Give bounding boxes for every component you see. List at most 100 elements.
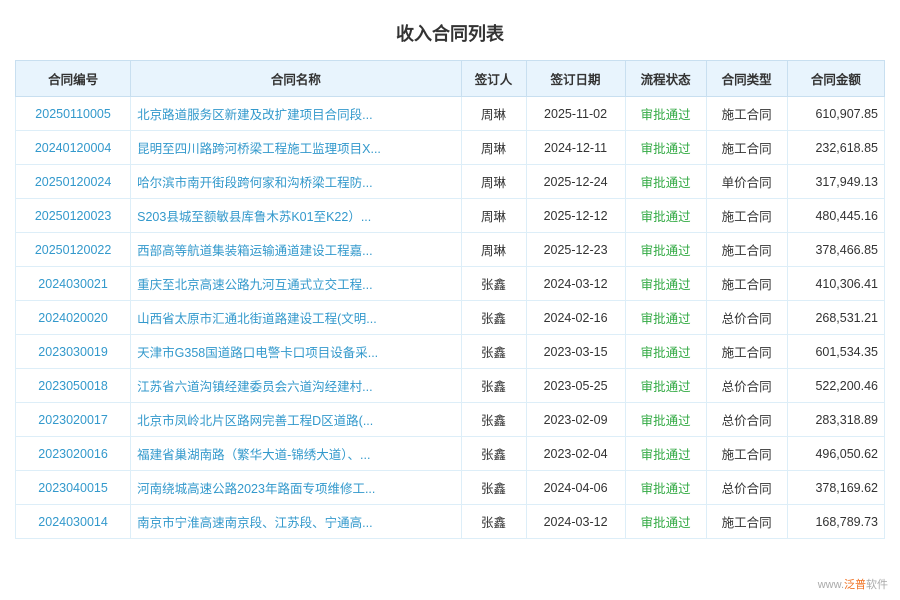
cell-signer: 张鑫 [461,471,526,505]
col-header-type: 合同类型 [706,61,787,97]
cell-contract-name[interactable]: 昆明至四川路跨河桥梁工程施工监理项目X... [131,131,461,165]
cell-amount: 232,618.85 [787,131,884,165]
cell-date: 2023-05-25 [526,369,625,403]
cell-status: 审批通过 [625,403,706,437]
table-row: 2024030014南京市宁淮高速南京段、江苏段、宁通高...张鑫2024-03… [16,505,885,539]
cell-type: 施工合同 [706,131,787,165]
cell-date: 2023-02-09 [526,403,625,437]
cell-contract-id[interactable]: 2023050018 [16,369,131,403]
cell-status: 审批通过 [625,233,706,267]
cell-date: 2024-12-11 [526,131,625,165]
cell-contract-id[interactable]: 2024030021 [16,267,131,301]
cell-date: 2024-03-12 [526,267,625,301]
cell-contract-id[interactable]: 20250120023 [16,199,131,233]
watermark-brand: 泛普 [844,579,866,591]
cell-amount: 283,318.89 [787,403,884,437]
cell-status: 审批通过 [625,335,706,369]
cell-amount: 496,050.62 [787,437,884,471]
cell-type: 施工合同 [706,437,787,471]
cell-signer: 张鑫 [461,335,526,369]
cell-signer: 周琳 [461,199,526,233]
cell-contract-name[interactable]: 南京市宁淮高速南京段、江苏段、宁通高... [131,505,461,539]
cell-contract-name[interactable]: 重庆至北京高速公路九河互通式立交工程... [131,267,461,301]
cell-signer: 周琳 [461,97,526,131]
cell-date: 2025-11-02 [526,97,625,131]
cell-type: 总价合同 [706,301,787,335]
cell-signer: 周琳 [461,131,526,165]
cell-status: 审批通过 [625,471,706,505]
cell-contract-name[interactable]: S203县城至额敏县库鲁木苏K01至K22）... [131,199,461,233]
cell-date: 2025-12-23 [526,233,625,267]
cell-contract-id[interactable]: 2023020017 [16,403,131,437]
cell-contract-id[interactable]: 2024030014 [16,505,131,539]
cell-contract-name[interactable]: 江苏省六道沟镇经建委员会六道沟经建村... [131,369,461,403]
cell-status: 审批通过 [625,131,706,165]
cell-contract-name[interactable]: 山西省太原市汇通北街道路建设工程(文明... [131,301,461,335]
table-row: 20250120022西部高等航道集装箱运输通道建设工程嘉...周琳2025-1… [16,233,885,267]
header-row: 合同编号 合同名称 签订人 签订日期 流程状态 合同类型 合同金额 [16,61,885,97]
cell-signer: 周琳 [461,165,526,199]
cell-signer: 周琳 [461,233,526,267]
cell-contract-name[interactable]: 北京市凤岭北片区路网完善工程D区道路(... [131,403,461,437]
cell-signer: 张鑫 [461,403,526,437]
cell-signer: 张鑫 [461,369,526,403]
cell-contract-name[interactable]: 北京路道服务区新建及改扩建项目合同段... [131,97,461,131]
cell-date: 2025-12-24 [526,165,625,199]
table-row: 2024020020山西省太原市汇通北街道路建设工程(文明...张鑫2024-0… [16,301,885,335]
cell-type: 施工合同 [706,97,787,131]
cell-type: 施工合同 [706,233,787,267]
table-row: 2023050018江苏省六道沟镇经建委员会六道沟经建村...张鑫2023-05… [16,369,885,403]
cell-type: 总价合同 [706,403,787,437]
cell-contract-id[interactable]: 20250120024 [16,165,131,199]
col-header-name: 合同名称 [131,61,461,97]
table-row: 2023030019天津市G358国道路口电警卡口项目设备采...张鑫2023-… [16,335,885,369]
cell-type: 施工合同 [706,267,787,301]
cell-contract-id[interactable]: 20250110005 [16,97,131,131]
cell-date: 2025-12-12 [526,199,625,233]
col-header-id: 合同编号 [16,61,131,97]
cell-contract-name[interactable]: 福建省巢湖南路（繁华大道-锦绣大道）、... [131,437,461,471]
cell-signer: 张鑫 [461,437,526,471]
cell-contract-id[interactable]: 20240120004 [16,131,131,165]
table-body: 20250110005北京路道服务区新建及改扩建项目合同段...周琳2025-1… [16,97,885,539]
table-row: 2023040015河南绕城高速公路2023年路面专项维修工...张鑫2024-… [16,471,885,505]
cell-status: 审批通过 [625,505,706,539]
watermark: www.泛普软件 [818,576,888,592]
cell-date: 2024-04-06 [526,471,625,505]
page-container: 收入合同列表 合同编号 合同名称 签订人 签订日期 流程状态 合同类型 合同金额… [0,0,900,600]
cell-contract-id[interactable]: 20250120022 [16,233,131,267]
page-title: 收入合同列表 [15,10,885,60]
cell-contract-id[interactable]: 2024020020 [16,301,131,335]
cell-contract-name[interactable]: 河南绕城高速公路2023年路面专项维修工... [131,471,461,505]
cell-status: 审批通过 [625,301,706,335]
cell-signer: 张鑫 [461,301,526,335]
cell-contract-name[interactable]: 西部高等航道集装箱运输通道建设工程嘉... [131,233,461,267]
table-row: 20250110005北京路道服务区新建及改扩建项目合同段...周琳2025-1… [16,97,885,131]
cell-type: 单价合同 [706,165,787,199]
cell-status: 审批通过 [625,199,706,233]
table-row: 2023020017北京市凤岭北片区路网完善工程D区道路(...张鑫2023-0… [16,403,885,437]
cell-type: 总价合同 [706,369,787,403]
cell-contract-id[interactable]: 2023040015 [16,471,131,505]
cell-status: 审批通过 [625,267,706,301]
cell-status: 审批通过 [625,437,706,471]
col-header-date: 签订日期 [526,61,625,97]
cell-contract-name[interactable]: 天津市G358国道路口电警卡口项目设备采... [131,335,461,369]
cell-status: 审批通过 [625,369,706,403]
table-header: 合同编号 合同名称 签订人 签订日期 流程状态 合同类型 合同金额 [16,61,885,97]
cell-amount: 610,907.85 [787,97,884,131]
col-header-amount: 合同金额 [787,61,884,97]
cell-contract-id[interactable]: 2023030019 [16,335,131,369]
contracts-table: 合同编号 合同名称 签订人 签订日期 流程状态 合同类型 合同金额 202501… [15,60,885,539]
cell-status: 审批通过 [625,97,706,131]
cell-amount: 378,466.85 [787,233,884,267]
table-row: 20240120004昆明至四川路跨河桥梁工程施工监理项目X...周琳2024-… [16,131,885,165]
cell-contract-name[interactable]: 哈尔滨市南开街段跨何家和沟桥梁工程防... [131,165,461,199]
col-header-signer: 签订人 [461,61,526,97]
cell-contract-id[interactable]: 2023020016 [16,437,131,471]
cell-date: 2023-02-04 [526,437,625,471]
cell-date: 2023-03-15 [526,335,625,369]
table-row: 20250120024哈尔滨市南开街段跨何家和沟桥梁工程防...周琳2025-1… [16,165,885,199]
table-row: 2023020016福建省巢湖南路（繁华大道-锦绣大道）、...张鑫2023-0… [16,437,885,471]
cell-type: 施工合同 [706,335,787,369]
